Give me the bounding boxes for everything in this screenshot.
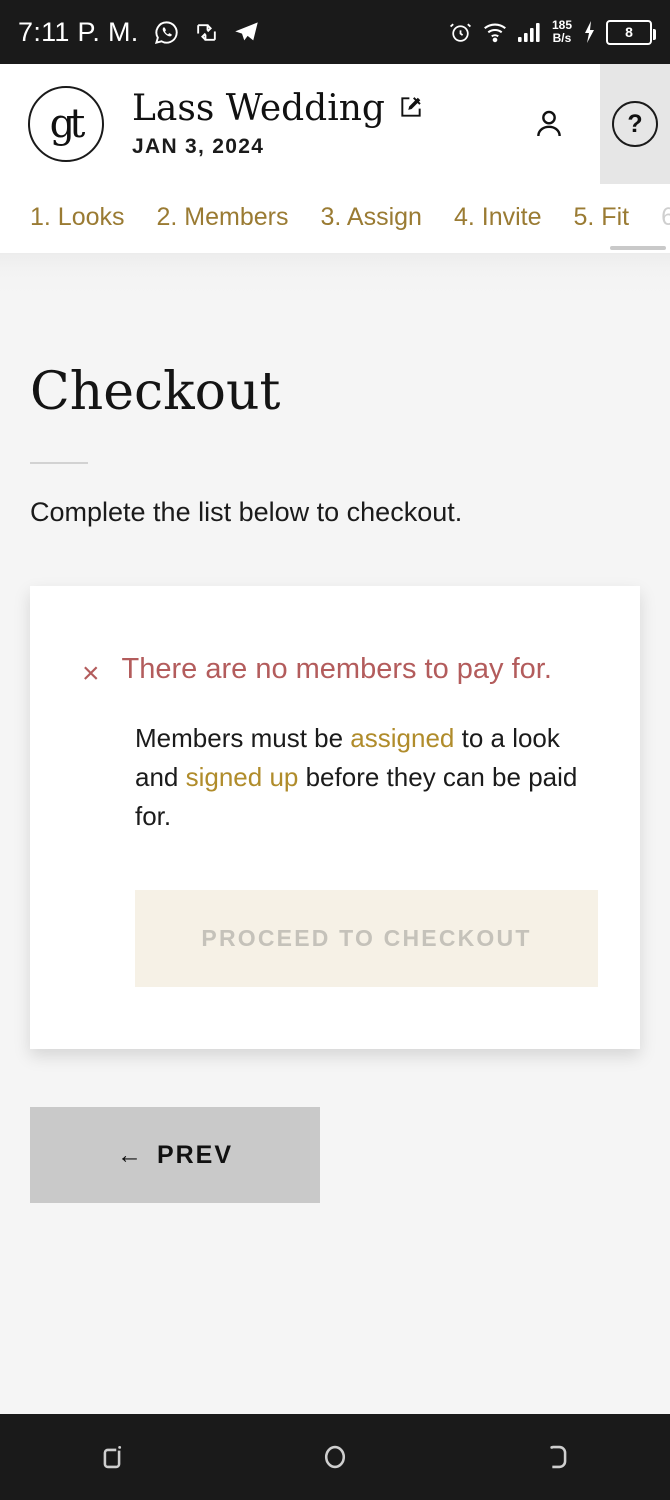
step-tabs[interactable]: 1. Looks 2. Members 3. Assign 4. Invite … bbox=[0, 184, 670, 254]
error-message: There are no members to pay for. bbox=[121, 653, 552, 685]
edit-pencil-icon[interactable] bbox=[398, 94, 424, 120]
error-description: Members must be assigned to a look and s… bbox=[135, 719, 588, 836]
proceed-to-checkout-button[interactable]: PROCEED TO CHECKOUT bbox=[135, 890, 598, 987]
screen-share-icon bbox=[194, 20, 219, 45]
event-date: JAN 3, 2024 bbox=[132, 135, 265, 159]
status-bar-clock: 7:11 P. M. bbox=[18, 16, 139, 47]
brand-logo[interactable]: gt bbox=[28, 86, 104, 162]
battery-level: 8 bbox=[625, 24, 633, 40]
home-icon[interactable] bbox=[300, 1432, 370, 1482]
error-text-prefix: Members must be bbox=[135, 723, 351, 753]
tab-assign[interactable]: 3. Assign bbox=[321, 203, 422, 234]
person-icon[interactable] bbox=[532, 107, 566, 141]
page-title: Checkout bbox=[30, 362, 281, 422]
signed-up-link[interactable]: signed up bbox=[186, 762, 299, 792]
tabs-scrollbar[interactable] bbox=[610, 246, 666, 250]
close-icon: × bbox=[82, 657, 100, 690]
event-name-row: Lass Wedding bbox=[132, 89, 532, 129]
assigned-link[interactable]: assigned bbox=[350, 723, 454, 753]
recents-icon[interactable] bbox=[77, 1432, 147, 1482]
app-header: gt Lass Wedding JAN 3, 2024 ? bbox=[0, 64, 670, 184]
prev-button[interactable]: ← PREV bbox=[30, 1107, 320, 1203]
help-question-icon: ? bbox=[612, 101, 658, 147]
back-icon[interactable] bbox=[523, 1432, 593, 1482]
signal-icon bbox=[517, 20, 543, 44]
tab-checkout[interactable]: 6. bbox=[661, 203, 670, 234]
prev-button-label: PREV bbox=[156, 1140, 234, 1169]
android-status-bar: 7:11 P. M. 185 B/s 8 bbox=[0, 0, 670, 64]
status-bar-left: 7:11 P. M. bbox=[18, 17, 260, 48]
title-divider bbox=[30, 462, 88, 464]
event-name: Lass Wedding bbox=[132, 87, 385, 129]
event-title-block: Lass Wedding JAN 3, 2024 bbox=[132, 89, 532, 160]
android-nav-bar bbox=[0, 1414, 670, 1500]
telegram-icon bbox=[233, 19, 260, 46]
data-rate-unit: B/s bbox=[552, 31, 572, 45]
whatsapp-icon bbox=[153, 19, 180, 46]
tab-looks[interactable]: 1. Looks bbox=[30, 203, 125, 234]
battery-indicator: 8 bbox=[606, 19, 656, 45]
help-button[interactable]: ? bbox=[600, 64, 670, 184]
checkout-card: × There are no members to pay for. Membe… bbox=[30, 586, 640, 1049]
alarm-icon bbox=[448, 20, 473, 45]
tab-fit[interactable]: 5. Fit bbox=[574, 203, 630, 234]
data-rate-indicator: 185 B/s bbox=[552, 19, 572, 44]
page-content: Checkout Complete the list below to chec… bbox=[0, 254, 670, 1414]
wifi-icon bbox=[482, 19, 508, 45]
error-row: × There are no members to pay for. bbox=[30, 653, 640, 690]
charging-bolt-icon bbox=[581, 20, 597, 44]
phone-screen: 7:11 P. M. 185 B/s 8 gt Lass Wedding JAN… bbox=[0, 0, 670, 1500]
page-subtitle: Complete the list below to checkout. bbox=[30, 497, 463, 527]
status-bar-right: 185 B/s 8 bbox=[448, 19, 656, 45]
arrow-left-icon: ← bbox=[116, 1140, 144, 1169]
tab-members[interactable]: 2. Members bbox=[157, 203, 289, 234]
tab-invite[interactable]: 4. Invite bbox=[454, 203, 542, 234]
